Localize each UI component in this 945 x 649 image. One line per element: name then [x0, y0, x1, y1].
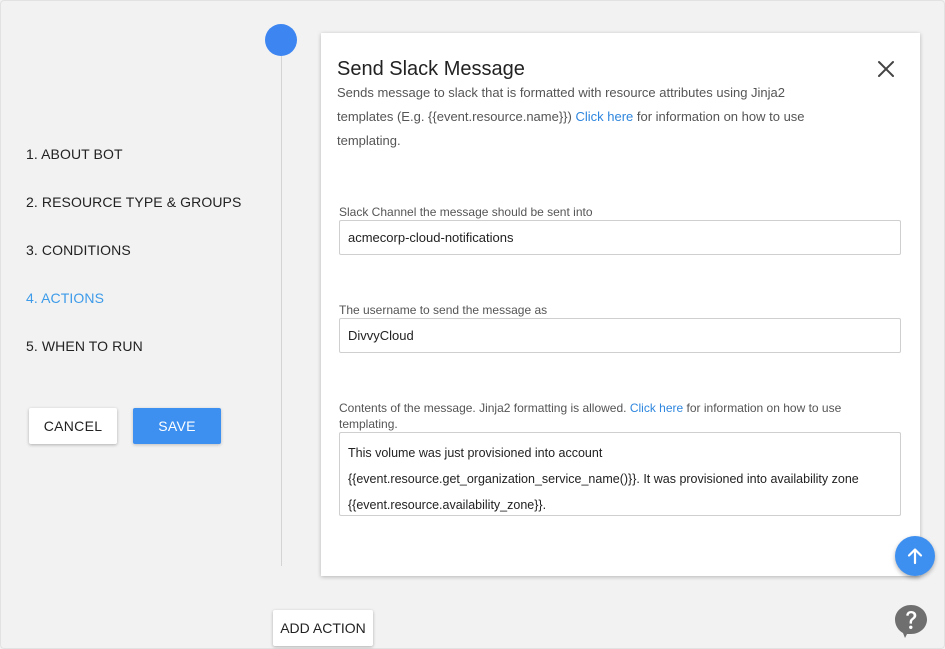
step-when-to-run[interactable]: 5. WHEN TO RUN — [26, 337, 241, 385]
message-line: {{event.resource.availability_zone}}. — [348, 498, 547, 512]
username-input[interactable]: DivvyCloud — [339, 318, 901, 353]
message-line: {{event.resource.get_organization_servic… — [348, 472, 859, 486]
wizard-steps: 1. ABOUT BOT 2. RESOURCE TYPE & GROUPS 3… — [26, 145, 241, 385]
timeline-line — [281, 56, 282, 566]
close-icon[interactable] — [876, 59, 896, 79]
save-button[interactable]: SAVE — [133, 408, 221, 444]
step-about-bot[interactable]: 1. ABOUT BOT — [26, 145, 241, 193]
timeline-step-marker — [265, 24, 297, 56]
templating-help-link[interactable]: Click here — [575, 109, 633, 124]
step-resource-type-groups[interactable]: 2. RESOURCE TYPE & GROUPS — [26, 193, 241, 241]
message-contents-textarea[interactable]: This volume was just provisioned into ac… — [339, 432, 901, 516]
card-title: Send Slack Message — [337, 58, 525, 80]
scroll-top-button[interactable] — [895, 536, 935, 576]
message-templating-help-link[interactable]: Click here — [630, 401, 683, 415]
step-conditions[interactable]: 3. CONDITIONS — [26, 241, 241, 289]
arrow-up-icon — [907, 548, 923, 565]
channel-field-label: Slack Channel the message should be sent… — [339, 205, 593, 219]
step-actions[interactable]: 4. ACTIONS — [26, 289, 241, 337]
help-button[interactable] — [893, 603, 929, 639]
message-field-label: Contents of the message. Jinja2 formatti… — [339, 400, 879, 432]
add-action-button[interactable]: ADD ACTION — [273, 610, 373, 646]
username-field-label: The username to send the message as — [339, 303, 548, 317]
send-slack-message-card: Send Slack Message Sends message to slac… — [321, 33, 920, 576]
message-label-text: Contents of the message. Jinja2 formatti… — [339, 401, 630, 415]
card-description: Sends message to slack that is formatted… — [337, 81, 837, 153]
question-mark-icon — [895, 605, 927, 638]
cancel-button[interactable]: CANCEL — [29, 408, 117, 444]
message-line: This volume was just provisioned into ac… — [348, 446, 603, 460]
slack-channel-input[interactable]: acmecorp-cloud-notifications — [339, 220, 901, 255]
